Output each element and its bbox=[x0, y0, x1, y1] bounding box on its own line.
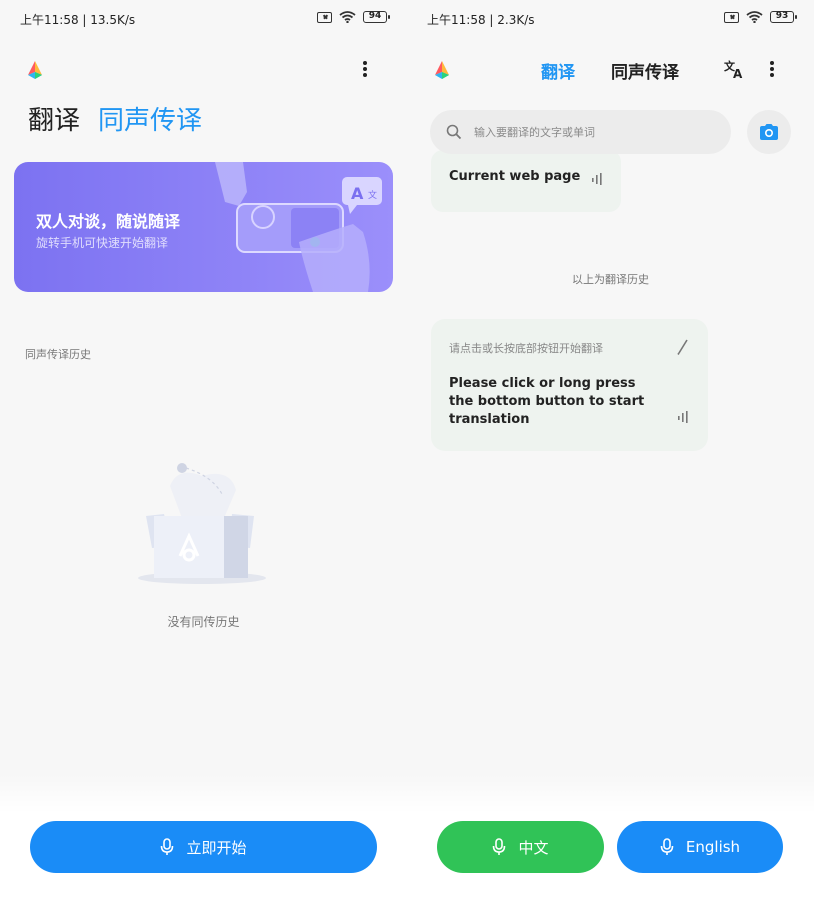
more-icon[interactable] bbox=[358, 58, 372, 80]
app-logo-icon bbox=[28, 61, 42, 79]
search-icon bbox=[446, 124, 462, 140]
empty-history-text: 没有同传历史 bbox=[167, 615, 240, 629]
svg-text:A: A bbox=[733, 67, 743, 80]
simultaneous-interpretation-screen: 上午11:58 | 13.5K/s 94 翻译 同声传译 A 文 双人对谈，随说… bbox=[0, 0, 407, 904]
chinese-speak-button[interactable]: 中文 bbox=[437, 821, 604, 873]
mic-icon bbox=[660, 838, 674, 855]
status-icons: 93 bbox=[724, 11, 797, 23]
search-placeholder: 输入要翻译的文字或单词 bbox=[474, 126, 595, 139]
chinese-button-label: 中文 bbox=[518, 838, 549, 857]
start-button-label: 立即开始 bbox=[186, 838, 247, 857]
more-icon[interactable] bbox=[765, 58, 779, 80]
camera-button[interactable] bbox=[747, 110, 791, 154]
audio-wave-icon[interactable] bbox=[677, 410, 691, 424]
tab-simultaneous[interactable]: 同声传译 bbox=[611, 58, 679, 83]
svg-text:文: 文 bbox=[368, 189, 377, 201]
audio-wave-icon[interactable] bbox=[591, 172, 605, 186]
hint-body: Please click or long press the bottom bu… bbox=[449, 376, 645, 427]
history-end-label: 以上为翻译历史 bbox=[572, 273, 649, 286]
pen-icon[interactable] bbox=[677, 339, 689, 355]
mode-tabs: 翻译 同声传译 bbox=[541, 58, 679, 83]
camera-icon bbox=[760, 124, 778, 140]
history-card[interactable]: Current web page bbox=[431, 150, 621, 212]
history-card-text: Current web page bbox=[449, 169, 581, 184]
mic-icon bbox=[493, 838, 506, 855]
battery-icon: 93 bbox=[770, 11, 797, 23]
search-input[interactable]: 输入要翻译的文字或单词 bbox=[430, 110, 731, 154]
mode-tabs: 翻译 同声传译 bbox=[28, 100, 202, 137]
translate-screen: 上午11:58 | 2.3K/s 93 翻译 同声传译 文 A Current … bbox=[407, 0, 814, 904]
svg-text:A: A bbox=[351, 184, 364, 203]
banner-subtitle: 旋转手机可快速开始翻译 bbox=[36, 236, 169, 250]
status-time: 上午11:58 | 13.5K/s bbox=[20, 13, 136, 27]
hint-card[interactable]: 请点击或长按底部按钮开始翻译 Please click or long pres… bbox=[431, 319, 708, 451]
english-speak-button[interactable]: English bbox=[617, 821, 783, 873]
start-button[interactable]: 立即开始 bbox=[30, 821, 377, 873]
wifi-icon bbox=[746, 11, 763, 23]
sim-icon bbox=[317, 11, 332, 23]
banner-title: 双人对谈，随说随译 bbox=[36, 212, 181, 231]
empty-box-illustration bbox=[138, 463, 266, 584]
english-button-label: English bbox=[685, 838, 741, 856]
tab-simultaneous[interactable]: 同声传译 bbox=[98, 100, 202, 137]
history-section-label: 同声传译历史 bbox=[25, 348, 91, 361]
app-logo-icon bbox=[435, 61, 449, 79]
wifi-icon bbox=[339, 11, 356, 23]
dialogue-banner[interactable]: A 文 双人对谈，随说随译 旋转手机可快速开始翻译 bbox=[14, 162, 393, 292]
status-bar: 上午11:58 | 13.5K/s 94 bbox=[0, 0, 407, 38]
battery-icon: 94 bbox=[363, 11, 390, 23]
translate-swap-icon[interactable]: 文 A bbox=[723, 58, 745, 80]
status-time: 上午11:58 | 2.3K/s bbox=[427, 13, 535, 27]
mic-icon bbox=[161, 838, 174, 855]
sim-icon bbox=[724, 11, 739, 23]
status-bar: 上午11:58 | 2.3K/s 93 bbox=[407, 0, 814, 38]
phone-rotate-illustration: A 文 bbox=[215, 162, 382, 292]
tab-translate[interactable]: 翻译 bbox=[541, 58, 575, 83]
hint-label: 请点击或长按底部按钮开始翻译 bbox=[449, 342, 603, 355]
status-icons: 94 bbox=[317, 11, 390, 23]
tab-translate[interactable]: 翻译 bbox=[28, 100, 80, 137]
